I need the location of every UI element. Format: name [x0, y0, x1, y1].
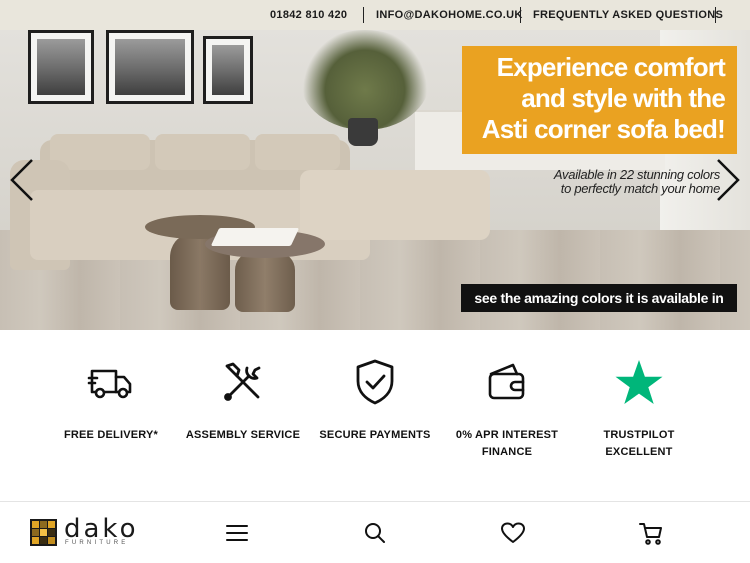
trustpilot-star-icon [615, 360, 663, 404]
search-icon[interactable] [361, 520, 389, 546]
delivery-truck-icon [87, 369, 132, 399]
see-colors-button[interactable]: see the amazing colors it is available i… [461, 284, 737, 312]
feature-free-delivery: FREE DELIVERY* [45, 358, 177, 444]
feature-label: FINANCE [481, 446, 533, 458]
feature-label: EXCELLENT [605, 446, 673, 458]
divider [520, 7, 521, 23]
divider [715, 7, 716, 23]
hero-banner[interactable]: Experience comfort and style with the As… [0, 30, 750, 330]
coffee-table-base [235, 252, 295, 312]
feature-label: 0% APR INTEREST [455, 429, 559, 441]
heart-icon[interactable] [499, 520, 527, 546]
feature-trustpilot: TRUSTPILOT EXCELLENT [573, 358, 705, 461]
hero-headline: Experience comfort and style with the As… [462, 46, 737, 154]
wall-picture-frame [28, 30, 94, 104]
headline-line: and style with the [521, 83, 726, 113]
wall-picture-frame [106, 30, 194, 104]
plant-foliage [300, 30, 430, 130]
feature-finance: 0% APR INTEREST FINANCE [441, 358, 573, 461]
plant-pot [348, 118, 378, 146]
sofa-chaise [300, 170, 490, 240]
headline-line: Asti corner sofa bed! [481, 114, 726, 144]
subline-line: to perfectly match your home [560, 181, 721, 196]
logo-tagline: FURNITURE [65, 540, 129, 546]
feature-label: SECURE PAYMENTS [319, 429, 431, 441]
faq-link[interactable]: FREQUENTLY ASKED QUESTIONS [533, 9, 723, 21]
logo-mark-icon [30, 519, 57, 546]
hero-subline: Available in 22 stunning colors to perfe… [520, 168, 720, 196]
wallet-icon [488, 363, 525, 400]
wall-picture-frame [203, 36, 253, 104]
feature-label: ASSEMBLY SERVICE [185, 429, 301, 441]
dako-logo[interactable]: dako FURNITURE [30, 514, 140, 550]
feature-secure-payments: SECURE PAYMENTS [309, 358, 441, 444]
feature-label: FREE DELIVERY* [63, 429, 159, 441]
sofa-headrest [255, 134, 340, 170]
subline-line: Available in 22 stunning colors [553, 167, 720, 182]
shield-check-icon [356, 359, 394, 405]
headline-line: Experience comfort [496, 52, 726, 82]
feature-label: TRUSTPILOT [603, 429, 675, 441]
sofa-headrest [155, 134, 250, 170]
email-link[interactable]: INFO@DAKOHOME.CO.UK [376, 9, 523, 21]
bottom-nav-bar: dako FURNITURE [0, 501, 750, 563]
feature-assembly-service: ASSEMBLY SERVICE [177, 358, 309, 444]
cart-icon[interactable] [637, 520, 665, 546]
features-row: FREE DELIVERY* ASSEMBLY SERVICE SECURE P… [0, 330, 750, 500]
tools-icon [224, 362, 261, 401]
phone-link[interactable]: 01842 810 420 [270, 9, 347, 21]
chevron-left-icon[interactable] [8, 158, 38, 202]
top-contact-bar: 01842 810 420 INFO@DAKOHOME.CO.UK FREQUE… [0, 0, 750, 30]
divider [363, 7, 364, 23]
menu-icon[interactable] [223, 520, 251, 546]
magazine [210, 228, 300, 246]
chevron-right-icon[interactable] [712, 158, 742, 202]
